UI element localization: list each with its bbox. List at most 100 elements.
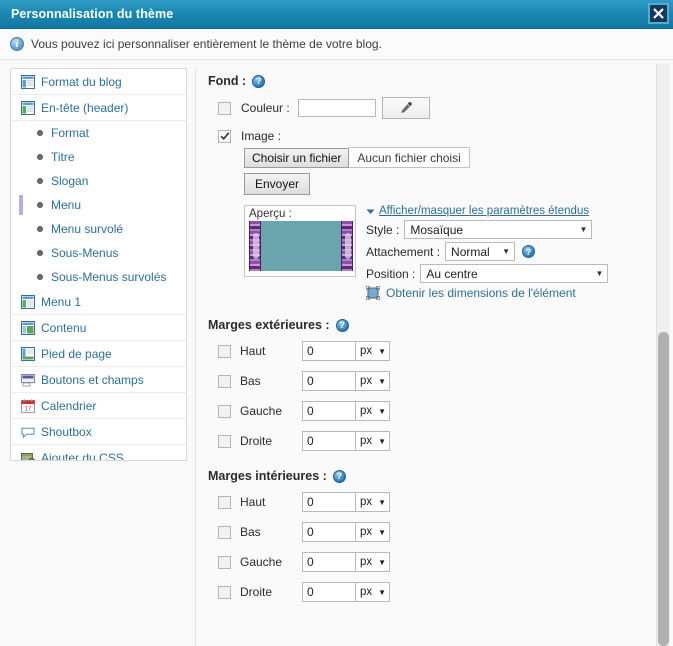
inner-margin-input-haut[interactable]: 0 [302, 492, 356, 512]
background-image-row: Image : [218, 129, 673, 143]
background-color-checkbox[interactable] [218, 101, 231, 115]
dialog-body: Format du blog En-tête (header) Format T… [0, 60, 673, 646]
sidebar-item-label: Format [51, 126, 90, 140]
inner-margin-unit-gauche[interactable]: px ▼ [356, 552, 390, 572]
inner-margin-row-gauche: Gauche 0 px ▼ [218, 552, 673, 572]
sidebar-item-boutons-et-champs[interactable]: Boutons et champs [11, 367, 186, 393]
outer-margin-unit-gauche[interactable]: px ▼ [356, 401, 390, 421]
toggle-extended-settings-link[interactable]: Afficher/masquer les paramètres étendus [366, 205, 608, 217]
inner-margins-help-icon[interactable]: ? [332, 469, 346, 483]
attachment-select[interactable]: Normal ▼ [445, 242, 516, 261]
sidebar-item-format-du-blog[interactable]: Format du blog [11, 69, 186, 95]
layout-icon [21, 346, 35, 361]
checkmark-icon [220, 132, 229, 140]
chevron-down-icon: ▼ [378, 376, 386, 386]
svg-text:17: 17 [25, 406, 32, 412]
sidebar-item-calendrier[interactable]: 17 Calendrier [11, 393, 186, 419]
background-image-checkbox[interactable] [218, 129, 231, 143]
sidebar-item-slogan[interactable]: Slogan [11, 169, 186, 193]
position-label: Position : [366, 266, 416, 281]
chevron-down-icon: ▼ [378, 587, 386, 597]
attachment-row: Attachement : Normal ▼ ? [366, 242, 608, 261]
unit-value: px [360, 345, 373, 357]
outer-margin-checkbox-bas[interactable] [218, 374, 231, 388]
button-icon [21, 373, 35, 386]
outer-margin-checkbox-haut[interactable] [218, 344, 231, 358]
preview-settings-wrap: Aperçu : Afficher/masquer les paramètres… [244, 205, 673, 300]
chevron-down-icon: ▼ [378, 497, 386, 507]
sidebar-item-pied-de-page[interactable]: Pied de page [11, 341, 186, 367]
inner-margin-checkbox-bas[interactable] [218, 525, 231, 539]
outer-margin-row-gauche: Gauche 0 px ▼ [218, 401, 673, 421]
close-button[interactable] [648, 3, 669, 24]
position-select[interactable]: Au centre ▼ [420, 264, 609, 283]
outer-margin-label-bas: Bas [240, 374, 261, 388]
sidebar-item-sous-menus-survoles[interactable]: Sous-Menus survolés [11, 265, 186, 289]
inner-margins-section: Marges intérieures : ? Haut 0 px ▼ Bas 0… [208, 469, 673, 602]
attachment-value: Normal [451, 244, 490, 259]
outer-margin-unit-bas[interactable]: px ▼ [356, 371, 390, 391]
outer-margin-checkbox-droite[interactable] [218, 434, 231, 448]
send-button[interactable]: Envoyer [244, 173, 311, 195]
scrollbar-thumb[interactable] [658, 332, 669, 646]
unit-value: px [360, 496, 373, 508]
attachment-help-icon[interactable]: ? [522, 245, 536, 258]
sidebar-item-menu-survole[interactable]: Menu survolé [11, 217, 186, 241]
bullet-icon [37, 130, 43, 136]
background-color-input[interactable] [297, 99, 376, 117]
outer-margin-checkbox-gauche[interactable] [218, 404, 231, 418]
vertical-scrollbar[interactable] [656, 64, 670, 646]
color-picker-button[interactable] [381, 97, 430, 119]
calendar-icon: 17 [21, 399, 35, 413]
sidebar-item-format[interactable]: Format [11, 121, 186, 145]
outer-margins-help-icon[interactable]: ? [335, 318, 349, 332]
choose-file-button[interactable]: Choisir un fichier [244, 147, 350, 168]
sidebar-item-ajouter-du-css[interactable]: CSS Ajouter du CSS [11, 445, 186, 460]
sidebar-item-sous-menus[interactable]: Sous-Menus [11, 241, 186, 265]
preview-image [249, 221, 353, 271]
background-title-text: Fond : [208, 74, 247, 88]
inner-margin-checkbox-gauche[interactable] [218, 555, 231, 569]
sidebar-item-menu[interactable]: Menu [11, 193, 186, 217]
style-label: Style : [366, 222, 400, 237]
sidebar-item-menu-1[interactable]: Menu 1 [11, 289, 186, 315]
outer-margin-input-droite[interactable]: 0 [302, 431, 356, 451]
inner-margin-unit-haut[interactable]: px ▼ [356, 492, 390, 512]
sidebar-item-contenu[interactable]: Contenu [11, 315, 186, 341]
inner-margin-input-bas[interactable]: 0 [302, 522, 356, 542]
info-message: Vous pouvez ici personnaliser entièremen… [31, 37, 382, 51]
get-dimensions-label: Obtenir les dimensions de l'élément [386, 286, 576, 300]
outer-margin-unit-haut[interactable]: px ▼ [356, 341, 390, 361]
outer-margin-row-haut: Haut 0 px ▼ [218, 341, 673, 361]
file-status-text: Aucun fichier choisi [349, 147, 470, 168]
inner-margin-unit-bas[interactable]: px ▼ [356, 522, 390, 542]
get-dimensions-link[interactable]: Obtenir les dimensions de l'élément [366, 286, 608, 300]
inner-margins-title: Marges intérieures : [208, 469, 327, 483]
style-select[interactable]: Mosaïque ▼ [404, 220, 593, 239]
inner-margin-checkbox-droite[interactable] [218, 585, 231, 599]
inner-margin-checkbox-haut[interactable] [218, 495, 231, 509]
sidebar-item-label: Sous-Menus [51, 246, 119, 260]
sidebar-item-shoutbox[interactable]: Shoutbox [11, 419, 186, 445]
style-value: Mosaïque [410, 222, 464, 237]
sidebar-item-label: Menu [51, 198, 82, 212]
sidebar-item-en-tete-header[interactable]: En-tête (header) [11, 95, 186, 121]
outer-margin-input-gauche[interactable]: 0 [302, 401, 356, 421]
toggle-extended-label: Afficher/masquer les paramètres étendus [379, 205, 590, 217]
unit-value: px [360, 556, 373, 568]
layout-icon [21, 294, 35, 309]
inner-margin-input-gauche[interactable]: 0 [302, 552, 356, 572]
layout-icon [21, 320, 35, 335]
sidebar-item-titre[interactable]: Titre [11, 145, 186, 169]
outer-margin-input-bas[interactable]: 0 [302, 371, 356, 391]
outer-margin-unit-droite[interactable]: px ▼ [356, 431, 390, 451]
bullet-icon [37, 202, 43, 208]
outer-margin-input-haut[interactable]: 0 [302, 341, 356, 361]
outer-margin-label-droite: Droite [240, 434, 273, 448]
outer-margins-title-row: Marges extérieures : ? [208, 318, 673, 332]
outer-margin-label-gauche: Gauche [240, 404, 283, 418]
bullet-icon [37, 178, 43, 184]
inner-margin-unit-droite[interactable]: px ▼ [356, 582, 390, 602]
inner-margin-input-droite[interactable]: 0 [302, 582, 356, 602]
help-icon[interactable]: ? [252, 74, 266, 88]
